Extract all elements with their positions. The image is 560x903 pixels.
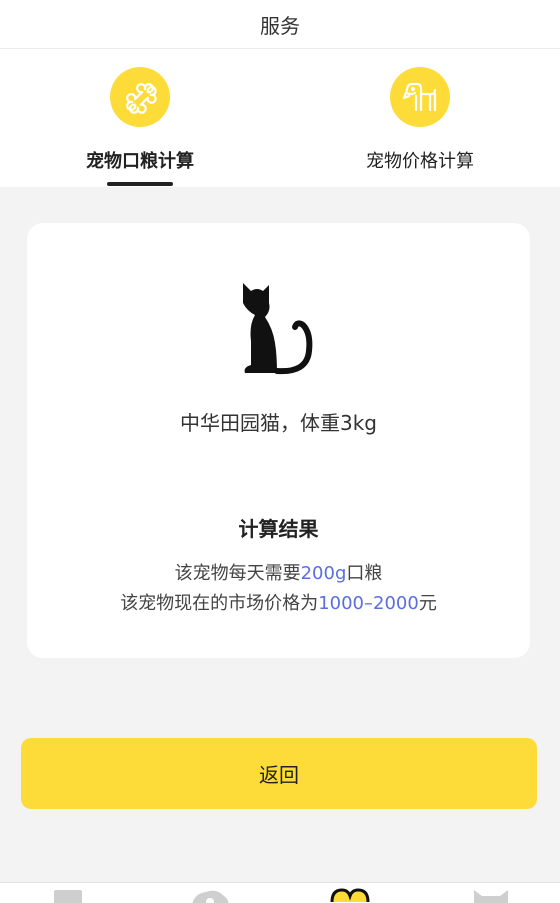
cloud-icon[interactable] (190, 888, 230, 903)
price-range: 1000–2000 (318, 593, 419, 614)
back-button-label: 返回 (259, 763, 299, 787)
price-result: 该宠物现在的市场价格为1000–2000元 (27, 589, 530, 615)
food-amount: 200g (300, 563, 347, 584)
tab-bar: 宠物口粮计算 宠物价格计算 (0, 49, 560, 187)
result-title: 计算结果 (238, 517, 319, 541)
home-icon[interactable] (54, 888, 82, 903)
tab-price-calculator[interactable]: 宠物价格计算 (280, 49, 560, 187)
back-button[interactable]: 返回 (21, 738, 537, 809)
tab-food-calculator[interactable]: 宠物口粮计算 (0, 49, 280, 187)
active-tab-indicator (107, 182, 173, 186)
header: 服务 (0, 0, 560, 49)
food-prefix: 该宠物每天需要 (174, 563, 301, 584)
bone-icon (110, 67, 170, 127)
food-suffix: 口粮 (346, 563, 383, 584)
dog-icon (390, 67, 450, 127)
cat-icon (237, 281, 321, 381)
heart-icon[interactable] (330, 888, 370, 903)
food-result: 该宠物每天需要200g口粮 (27, 559, 530, 585)
bottom-nav (0, 882, 560, 903)
price-prefix: 该宠物现在的市场价格为 (120, 593, 319, 614)
tab-food-calculator-label: 宠物口粮计算 (86, 151, 194, 172)
result-card: 中华田园猫，体重3kg 计算结果 该宠物每天需要200g口粮 该宠物现在的市场价… (27, 223, 530, 658)
price-suffix: 元 (418, 593, 437, 614)
tab-price-calculator-label: 宠物价格计算 (366, 151, 474, 172)
page-title: 服务 (260, 13, 300, 38)
cat-face-icon[interactable] (474, 888, 508, 903)
pet-description: 中华田园猫，体重3kg (179, 411, 377, 435)
